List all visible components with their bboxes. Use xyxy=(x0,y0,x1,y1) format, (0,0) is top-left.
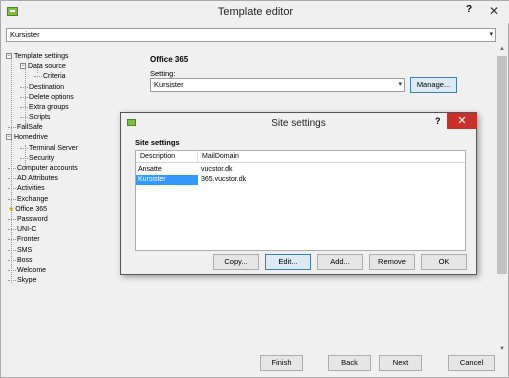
edit-button[interactable]: Edit... xyxy=(265,254,311,270)
setting-label: Setting: xyxy=(150,69,176,78)
collapse-icon[interactable]: − xyxy=(6,134,12,141)
list-row[interactable]: Ansatte vucstor.dk xyxy=(136,165,465,175)
tree-item-sms[interactable]: SMS xyxy=(8,246,32,256)
cell-maildomain: vucstor.dk xyxy=(201,166,233,173)
tree-item-homedrive[interactable]: − Homedrive xyxy=(6,133,48,143)
site-settings-dialog: Site settings ? ✕ Site settings Descript… xyxy=(120,112,477,275)
list-row-selected[interactable]: Kursister 365.vucstor.dk xyxy=(136,175,465,185)
copy-button[interactable]: Copy... xyxy=(213,254,259,270)
tree-item-scripts[interactable]: Scripts xyxy=(20,113,50,123)
tree-item-activities[interactable]: Activities xyxy=(8,184,45,194)
tree-item-security[interactable]: Security xyxy=(20,154,54,164)
dialog-section-title: Site settings xyxy=(135,138,180,147)
next-button[interactable]: Next xyxy=(379,355,422,371)
tree-item-uni-c[interactable]: UNI-C xyxy=(8,225,36,235)
cell-description: Ansatte xyxy=(138,166,162,173)
title-bar: Template editor ? ✕ xyxy=(1,1,509,23)
cancel-button[interactable]: Cancel xyxy=(448,355,495,371)
dialog-title-bar: Site settings ? ✕ xyxy=(121,113,477,133)
manage-button[interactable]: Manage... xyxy=(410,77,457,93)
chevron-down-icon: ▾ xyxy=(398,81,402,88)
settings-tree: − Template settings − Data source Criteria… xyxy=(4,47,134,337)
setting-select-value: Kursister xyxy=(154,80,184,89)
list-header: Description MailDomain xyxy=(136,151,465,163)
dialog-help-button[interactable]: ? xyxy=(435,116,441,126)
tree-item-destination[interactable]: Destination xyxy=(20,83,64,93)
scroll-down-icon[interactable]: ▼ xyxy=(496,346,508,356)
star-icon: ★ xyxy=(8,206,15,213)
tree-item-welcome[interactable]: Welcome xyxy=(8,266,46,276)
scroll-thumb[interactable] xyxy=(497,56,507,274)
help-button[interactable]: ? xyxy=(461,4,477,19)
tree-item-delete-options[interactable]: Delete options xyxy=(20,93,74,103)
tree-item-boss[interactable]: Boss xyxy=(8,256,33,266)
panel-title: Office 365 xyxy=(150,55,189,64)
collapse-icon[interactable]: − xyxy=(6,53,12,60)
tree-item-exchange[interactable]: Exchange xyxy=(8,195,48,205)
remove-button[interactable]: Remove xyxy=(369,254,415,270)
tree-item-criteria[interactable]: Criteria xyxy=(34,72,66,82)
setting-select[interactable]: Kursister ▾ xyxy=(150,78,405,92)
template-select-value: Kursister xyxy=(10,30,40,39)
tree-item-template-settings[interactable]: − Template settings xyxy=(6,52,68,62)
collapse-icon[interactable]: − xyxy=(20,63,26,70)
chevron-down-icon: ▾ xyxy=(489,31,493,38)
tree-item-extra-groups[interactable]: Extra groups xyxy=(20,103,69,113)
panel-scrollbar[interactable]: ▲ ▼ xyxy=(496,46,508,358)
add-button[interactable]: Add... xyxy=(317,254,363,270)
window-title: Template editor xyxy=(217,6,294,18)
tree-item-ad-attributes[interactable]: AD Attributes xyxy=(8,174,58,184)
dialog-close-button[interactable]: ✕ xyxy=(447,113,477,129)
tree-item-data-source[interactable]: − Data source xyxy=(20,62,66,72)
tree-item-fronter[interactable]: Fronter xyxy=(8,235,40,245)
tree-item-password[interactable]: Password xyxy=(8,215,48,225)
column-header-description[interactable]: Description xyxy=(136,151,198,163)
tree-item-skype[interactable]: Skype xyxy=(8,276,36,286)
back-button[interactable]: Back xyxy=(328,355,371,371)
finish-button[interactable]: Finish xyxy=(260,355,303,371)
scroll-up-icon[interactable]: ▲ xyxy=(496,46,508,56)
tree-item-terminal-server[interactable]: Terminal Server xyxy=(20,144,78,154)
column-header-maildomain[interactable]: MailDomain xyxy=(198,151,465,163)
site-settings-list[interactable]: Description MailDomain Ansatte vucstor.d… xyxy=(135,150,466,251)
cell-description: Kursister xyxy=(136,175,198,185)
tree-item-computer-accounts[interactable]: Computer accounts xyxy=(8,164,78,174)
close-button[interactable]: ✕ xyxy=(479,2,509,20)
tree-item-failsafe[interactable]: FailSafe xyxy=(8,123,43,133)
cell-maildomain: 365.vucstor.dk xyxy=(201,176,247,183)
ok-button[interactable]: OK xyxy=(421,254,467,270)
template-select[interactable]: Kursister ▾ xyxy=(6,28,496,42)
tree-item-office-365[interactable]: ★Office 365 xyxy=(8,205,47,215)
dialog-title: Site settings xyxy=(271,118,326,129)
